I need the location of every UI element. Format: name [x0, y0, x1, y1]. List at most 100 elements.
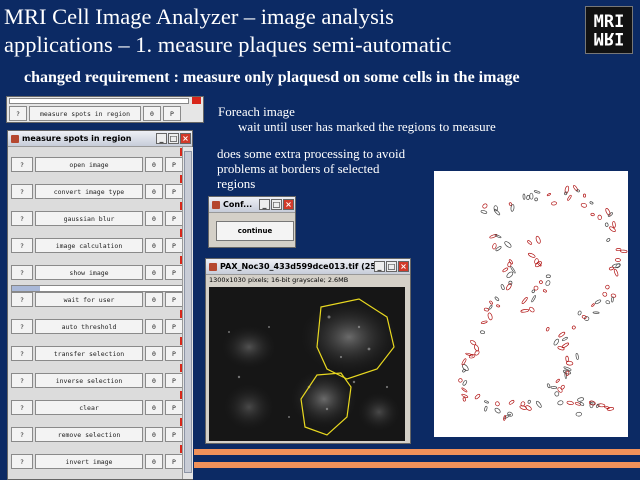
- module-run-button[interactable]: convert image type: [35, 184, 143, 199]
- module-list-scrollbar[interactable]: [182, 147, 193, 479]
- measure-spots-window: measure spots in region _ □ × ×?open ima…: [7, 130, 193, 480]
- continue-title: Conf...: [223, 200, 253, 209]
- continue-button[interactable]: continue: [216, 221, 294, 241]
- module-run-button[interactable]: auto threshold: [35, 319, 143, 334]
- module-help-button[interactable]: ?: [11, 373, 33, 388]
- cell-outline: [487, 312, 493, 321]
- module-help-button[interactable]: ?: [11, 265, 33, 280]
- cell-outline: [558, 331, 566, 338]
- cell-outline: [554, 391, 560, 397]
- cell-outline: [533, 190, 541, 194]
- module-params-button[interactable]: P: [165, 265, 183, 280]
- module-params-button[interactable]: P: [165, 157, 183, 172]
- module-run-button[interactable]: invert image: [35, 454, 143, 469]
- cell-outline: [580, 202, 587, 208]
- module-help-button[interactable]: ?: [11, 319, 33, 334]
- module-help-button[interactable]: ?: [11, 157, 33, 172]
- cell-outline: [546, 383, 551, 389]
- module-help-button[interactable]: ?: [11, 346, 33, 361]
- cell-outline: [461, 387, 468, 393]
- cell-outline: [576, 189, 580, 193]
- module-params-button[interactable]: P: [165, 238, 183, 253]
- java-cup-icon: [212, 200, 220, 209]
- close-icon[interactable]: ×: [398, 261, 409, 272]
- maximize-icon[interactable]: □: [271, 199, 282, 210]
- module-run-button[interactable]: open image: [35, 157, 143, 172]
- cell-outline: [545, 327, 550, 332]
- small-close-icon[interactable]: [192, 97, 201, 104]
- cell-outline: [594, 299, 602, 305]
- small-help-button[interactable]: ?: [9, 106, 27, 121]
- cell-outline: [474, 394, 481, 400]
- module-run-button[interactable]: transfer selection: [35, 346, 143, 361]
- cell-outline: [592, 311, 600, 314]
- cell-outline: [590, 212, 595, 217]
- module-help-button[interactable]: ?: [11, 400, 33, 415]
- cell-outline: [605, 208, 611, 216]
- cell-outline: [462, 397, 466, 402]
- module-help-button[interactable]: ?: [11, 427, 33, 442]
- cell-glow: [223, 383, 275, 431]
- module-params-button[interactable]: P: [165, 346, 183, 361]
- microscopy-image[interactable]: [209, 287, 405, 441]
- cell-outline: [527, 399, 531, 404]
- module-run-button[interactable]: show image: [35, 265, 143, 280]
- maximize-icon[interactable]: □: [386, 261, 397, 272]
- minimize-icon[interactable]: _: [374, 261, 385, 272]
- minimize-icon[interactable]: _: [259, 199, 270, 210]
- note-line-3: does some extra processing to avoid: [217, 146, 406, 161]
- scrollbar-thumb[interactable]: [184, 151, 192, 473]
- module-run-button[interactable]: clear: [35, 400, 143, 415]
- module-item: ×?transfer selection0P: [11, 337, 189, 362]
- maximize-icon[interactable]: □: [168, 133, 179, 144]
- close-icon[interactable]: ×: [283, 199, 294, 210]
- module-help-button[interactable]: ?: [11, 184, 33, 199]
- cell-outline: [461, 358, 467, 366]
- module-run-button[interactable]: wait for user: [35, 292, 143, 307]
- module-help-button[interactable]: ?: [11, 211, 33, 226]
- slide-subtitle: changed requirement : measure only plaqu…: [24, 69, 520, 86]
- small-value: 0: [143, 106, 161, 121]
- note-processing: does some extra processing to avoid prob…: [217, 146, 405, 191]
- cell-outline: [555, 378, 560, 383]
- cell-outline: [567, 194, 572, 201]
- module-params-button[interactable]: P: [165, 292, 183, 307]
- module-run-button[interactable]: image calculation: [35, 238, 143, 253]
- module-run-button[interactable]: inverse selection: [35, 373, 143, 388]
- module-run-button[interactable]: remove selection: [35, 427, 143, 442]
- cell-outline: [494, 296, 500, 301]
- small-p-button[interactable]: P: [163, 106, 181, 121]
- cell-outline: [577, 310, 582, 316]
- module-params-button[interactable]: P: [165, 373, 183, 388]
- small-module-button[interactable]: measure spots in region: [29, 106, 141, 121]
- module-params-button[interactable]: P: [165, 454, 183, 469]
- module-run-button[interactable]: gaussian blur: [35, 211, 143, 226]
- mri-logo: MRI MRI: [585, 6, 633, 54]
- cell-outline: [589, 201, 594, 205]
- minimize-icon[interactable]: _: [156, 133, 167, 144]
- cell-outline: [608, 266, 615, 271]
- note-line-2: wait until user has marked the regions t…: [238, 119, 496, 134]
- slide-title-line-1: MRI Cell Image Analyzer – image analysis: [4, 4, 394, 29]
- module-help-button[interactable]: ?: [11, 292, 33, 307]
- module-counter: 0: [145, 265, 163, 280]
- module-params-button[interactable]: P: [165, 427, 183, 442]
- small-progress-bar: [9, 98, 189, 104]
- module-counter: 0: [145, 319, 163, 334]
- cell-outline: [615, 248, 622, 252]
- module-counter: 0: [145, 292, 163, 307]
- module-params-button[interactable]: P: [165, 319, 183, 334]
- module-counter: 0: [145, 211, 163, 226]
- cell-outline: [561, 336, 568, 342]
- module-params-button[interactable]: P: [165, 211, 183, 226]
- cell-glow: [290, 369, 358, 429]
- module-help-button[interactable]: ?: [11, 238, 33, 253]
- close-icon[interactable]: ×: [180, 133, 191, 144]
- module-params-button[interactable]: P: [165, 184, 183, 199]
- module-counter: 0: [145, 427, 163, 442]
- module-item: ×?convert image type0P: [11, 175, 189, 200]
- module-help-button[interactable]: ?: [11, 454, 33, 469]
- cell-outline: [565, 370, 570, 376]
- module-params-button[interactable]: P: [165, 400, 183, 415]
- logo-text-mirrored: MRI: [593, 28, 625, 48]
